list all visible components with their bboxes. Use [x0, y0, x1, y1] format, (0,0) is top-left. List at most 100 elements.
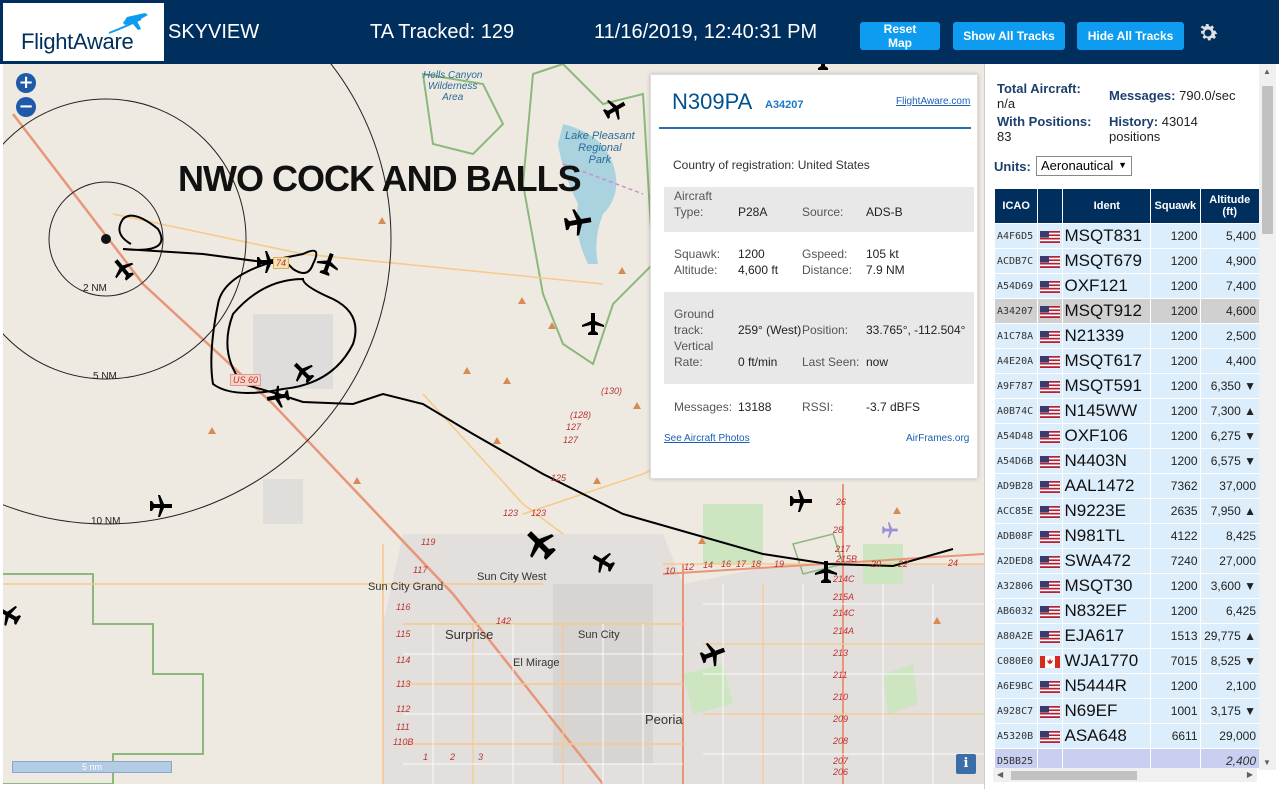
table-row[interactable]: A5320B ASA648 6611 29,000	[995, 724, 1259, 748]
table-row[interactable]: A80A2E EJA617 1513 29,775 ▲	[995, 624, 1259, 648]
altitude-cell: 3,600 ▼	[1200, 574, 1259, 598]
table-row[interactable]: ACC85E N9223E 2635 7,950 ▲	[995, 499, 1259, 523]
hide-all-tracks-button[interactable]: Hide All Tracks	[1077, 22, 1184, 50]
flag-cell	[1038, 749, 1063, 768]
gear-icon[interactable]	[1196, 21, 1220, 45]
see-aircraft-photos-link[interactable]: See Aircraft Photos	[664, 433, 750, 444]
airframes-link[interactable]: AirFrames.org	[906, 433, 969, 444]
ident-cell: MSQT30	[1063, 574, 1151, 598]
table-row[interactable]: A34207 MSQT912 1200 4,600	[995, 299, 1259, 323]
table-row[interactable]: C080E0 WJA1770 7015 8,525 ▼	[995, 649, 1259, 673]
table-row[interactable]: A4E20A MSQT617 1200 4,400	[995, 349, 1259, 373]
track-block: Ground track: 259° (West) Position: 33.7…	[664, 292, 974, 384]
table-row[interactable]: A0B74C N145WW 1200 7,300 ▲	[995, 399, 1259, 423]
stat-total-aircraft: Total Aircraft: n/a	[997, 81, 1081, 111]
col-flag[interactable]	[1038, 189, 1063, 223]
table-row[interactable]: A6E9BC N5444R 1200 2,100	[995, 674, 1259, 698]
us-flag-icon	[1040, 630, 1061, 643]
table-row[interactable]: ADB08F N981TL 4122 8,425	[995, 524, 1259, 548]
skyview-app: FlightAware SKYVIEW TA Tracked: 129 11/1…	[0, 0, 1279, 789]
aircraft-type-value: P28A	[738, 205, 768, 219]
flag-cell	[1038, 349, 1063, 373]
icao-cell: A1C78A	[995, 324, 1038, 348]
flag-cell	[1038, 674, 1063, 698]
gspeed-label: Gspeed:	[802, 247, 848, 261]
label-el-mirage: El Mirage	[513, 657, 560, 669]
squawk-cell: 1200	[1151, 274, 1200, 298]
road-number: 214C	[833, 574, 855, 584]
units-select[interactable]: Aeronautical ▼	[1036, 156, 1132, 176]
table-row[interactable]: A32806 MSQT30 1200 3,600 ▼	[995, 574, 1259, 598]
ident-cell: N5444R	[1063, 674, 1151, 698]
us-flag-icon	[1040, 530, 1061, 543]
show-all-tracks-button[interactable]: Show All Tracks	[953, 22, 1065, 50]
messages-stat-label: Messages:	[1109, 88, 1176, 103]
scrollbar-thumb[interactable]	[1011, 771, 1137, 780]
table-row[interactable]: AB6032 N832EF 1200 6,425	[995, 599, 1259, 623]
table-row[interactable]: A9F787 MSQT591 1200 6,350 ▼	[995, 374, 1259, 398]
icao-cell: A34207	[995, 299, 1038, 323]
scrollbar-thumb[interactable]	[1262, 86, 1273, 234]
flightaware-link[interactable]: FlightAware.com	[896, 96, 970, 107]
altitude-cell: 29,775 ▲	[1200, 624, 1259, 648]
scroll-up-icon[interactable]: ▲	[1263, 67, 1271, 76]
road-number: 127	[566, 422, 582, 432]
info-icon[interactable]: i	[956, 754, 976, 774]
road-number: 12	[684, 562, 695, 572]
road-number: 19	[774, 559, 785, 569]
messages-block: Messages: 13188 RSSI: -3.7 dBFS	[664, 398, 974, 418]
zoom-in-button[interactable]: +	[16, 73, 36, 93]
distance-value: 7.9 NM	[866, 263, 905, 277]
icao-cell: ACC85E	[995, 499, 1038, 523]
icao-cell: D5BB25	[995, 749, 1038, 768]
road-number: 115	[396, 629, 411, 639]
flightaware-logo[interactable]: FlightAware	[3, 3, 164, 61]
icao-cell: A54D69	[995, 274, 1038, 298]
squawk-cell: 7015	[1151, 649, 1200, 673]
squawk-cell: 1200	[1151, 249, 1200, 273]
road-number: 116	[396, 602, 411, 612]
altitude-cell: 2,100	[1200, 674, 1259, 698]
table-row[interactable]: A54D48 OXF106 1200 6,275 ▼	[995, 424, 1259, 448]
col-altitude[interactable]: Altitude (ft)	[1200, 189, 1259, 223]
horizontal-scrollbar[interactable]: ◀ ▶	[993, 768, 1257, 782]
vertical-scrollbar[interactable]: ▲ ▼	[1259, 64, 1276, 770]
road-number: 18	[751, 559, 762, 569]
ident-cell	[1063, 749, 1151, 768]
us-flag-icon	[1040, 455, 1061, 468]
altitude-cell: 5,400	[1200, 224, 1259, 248]
squawk-block: Squawk: 1200 Gspeed: 105 kt Altitude: 4,…	[664, 245, 974, 285]
table-row[interactable]: D5BB25 2,400	[995, 749, 1259, 768]
squawk-cell: 1001	[1151, 699, 1200, 723]
table-row[interactable]: ACDB7C MSQT679 1200 4,900	[995, 249, 1259, 273]
icao-cell: A928C7	[995, 699, 1038, 723]
flag-cell	[1038, 324, 1063, 348]
table-row[interactable]: A54D6B N4403N 1200 6,575 ▼	[995, 449, 1259, 473]
ident-cell: SWA472	[1063, 549, 1151, 573]
scroll-right-icon[interactable]: ▶	[1247, 770, 1253, 779]
zoom-out-button[interactable]: −	[16, 97, 36, 117]
icao-cell: ACDB7C	[995, 249, 1038, 273]
scroll-down-icon[interactable]: ▼	[1263, 758, 1271, 767]
map-view[interactable]: NWO COCK AND BALLS 2 NM 5 NM 10 NM Hells…	[3, 64, 984, 784]
table-row[interactable]: A928C7 N69EF 1001 3,175 ▼	[995, 699, 1259, 723]
us-flag-icon	[1040, 255, 1061, 268]
road-number: 119	[421, 537, 436, 547]
road-number: 209	[833, 714, 849, 724]
ground-track-label-2: track:	[674, 323, 704, 337]
us-flag-icon	[1040, 430, 1061, 443]
table-row[interactable]: A1C78A N21339 1200 2,500	[995, 324, 1259, 348]
col-icao[interactable]: ICAO	[995, 189, 1038, 223]
table-row[interactable]: AD9B28 AAL1472 7362 37,000	[995, 474, 1259, 498]
col-ident[interactable]: Ident	[1063, 189, 1151, 223]
col-squawk[interactable]: Squawk	[1151, 189, 1200, 223]
scroll-left-icon[interactable]: ◀	[997, 770, 1003, 779]
road-number: 17	[736, 559, 747, 569]
table-row[interactable]: A4F6D5 MSQT831 1200 5,400	[995, 224, 1259, 248]
table-row[interactable]: A54D69 OXF121 1200 7,400	[995, 274, 1259, 298]
with-positions-value: 83	[997, 129, 1012, 144]
reset-map-button[interactable]: Reset Map	[860, 22, 940, 50]
table-row[interactable]: A2DED8 SWA472 7240 27,000	[995, 549, 1259, 573]
aircraft-table-container[interactable]: ICAO Ident Squawk Altitude (ft) A4F6D5 MS…	[994, 188, 1260, 768]
rssi-label: RSSI:	[802, 400, 834, 414]
